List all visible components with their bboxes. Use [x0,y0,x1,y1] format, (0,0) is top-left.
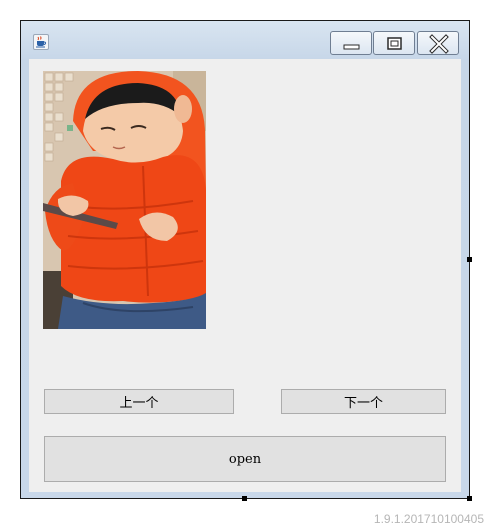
image-view [43,71,206,329]
child-in-red-jacket-photo [43,71,206,329]
maximize-button[interactable] [373,31,415,55]
resize-handle-bottom[interactable] [242,496,247,501]
maximize-icon [387,37,402,50]
java-cup-icon[interactable] [33,34,49,50]
minimize-icon [343,44,360,50]
next-button[interactable]: 下一个 [281,389,446,414]
content-panel: 上一个 下一个 open [29,59,461,492]
app-window: 上一个 下一个 open [20,20,470,499]
minimize-button[interactable] [330,31,372,55]
resize-handle-corner[interactable] [467,496,472,501]
close-icon [429,34,449,54]
open-button[interactable]: open [44,436,446,482]
title-bar[interactable] [21,21,469,59]
resize-handle-right[interactable] [467,257,472,262]
close-button[interactable] [417,31,459,55]
version-label: 1.9.1.201710100405 [373,512,484,526]
previous-button[interactable]: 上一个 [44,389,234,414]
